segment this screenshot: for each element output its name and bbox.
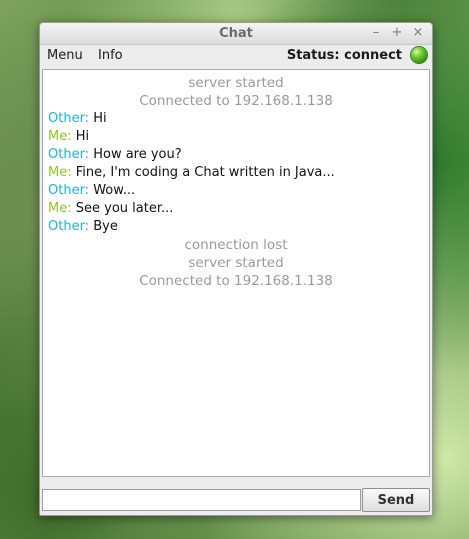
menu-bar: Menu Info Status: connect (40, 45, 432, 67)
menu-info[interactable]: Info (98, 48, 123, 63)
chat-message: Me: Hi (43, 128, 429, 146)
message-text: Hi (93, 111, 107, 126)
window-controls: – + × (370, 25, 424, 40)
message-text: See you later... (75, 201, 174, 216)
message-sender: Me: (48, 165, 72, 180)
minimize-icon[interactable]: – (370, 25, 382, 40)
system-message: Connected to 192.168.1.138 (139, 273, 333, 289)
chat-message: Other: Hi (43, 110, 429, 128)
system-message: server started (188, 255, 284, 271)
send-button[interactable]: Send (362, 488, 430, 512)
title-bar[interactable]: Chat – + × (40, 23, 432, 45)
green-status-icon (411, 47, 427, 63)
message-text: Hi (75, 129, 90, 144)
connection-status: Status: connect (286, 48, 402, 63)
chat-window: Chat – + × Menu Info Status: connect ser… (39, 22, 433, 516)
message-sender: Other: (48, 147, 90, 162)
chat-log[interactable]: server started Connected to 192.168.1.138… (42, 69, 430, 477)
message-text: How are you? (93, 147, 182, 162)
message-text: Fine, I'm coding a Chat written in Java.… (75, 165, 335, 180)
chat-message: Other: Wow... (43, 182, 429, 200)
chat-message: Me: See you later... (43, 200, 429, 218)
close-icon[interactable]: × (412, 25, 424, 40)
chat-message: Other: Bye (43, 218, 429, 236)
message-sender: Other: (48, 111, 90, 126)
message-sender: Other: (48, 183, 90, 198)
chat-message: Other: How are you? (43, 146, 429, 164)
message-sender: Other: (48, 219, 90, 234)
system-message: connection lost (184, 237, 288, 253)
system-message: server started (188, 75, 284, 91)
message-sender: Me: (48, 201, 72, 216)
message-input[interactable] (42, 489, 361, 511)
message-text: Wow... (93, 183, 136, 198)
menu-menu[interactable]: Menu (47, 48, 83, 63)
message-text: Bye (93, 219, 118, 234)
message-sender: Me: (48, 129, 72, 144)
chat-message: Me: Fine, I'm coding a Chat written in J… (43, 164, 429, 182)
system-message: Connected to 192.168.1.138 (139, 93, 333, 109)
maximize-icon[interactable]: + (391, 25, 403, 40)
